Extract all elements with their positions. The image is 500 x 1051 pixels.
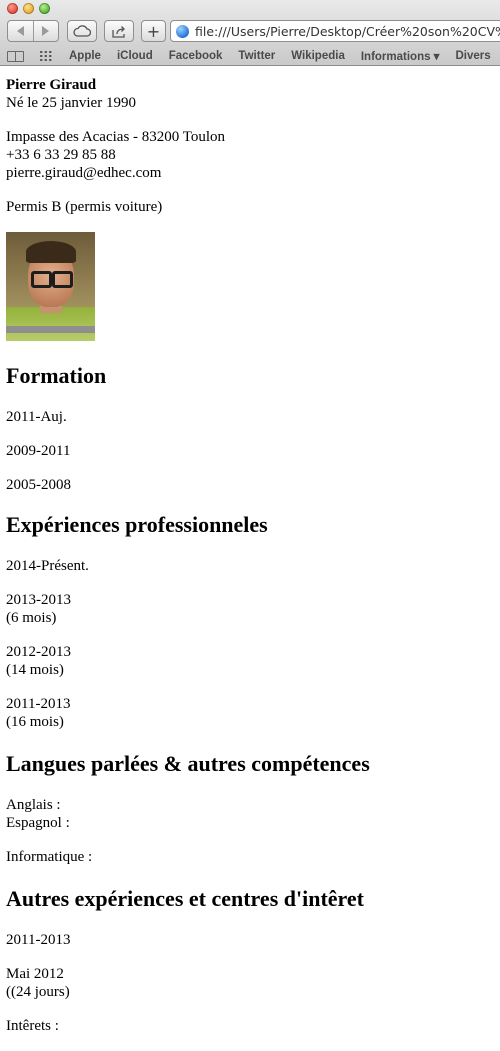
experience-entry: 2012-2013 (14 mois) bbox=[6, 643, 496, 679]
experience-duration: (16 mois) bbox=[6, 714, 64, 730]
toolbar: + file:///Users/Pierre/Desktop/Créer%20s… bbox=[0, 20, 500, 44]
top-sites-icon[interactable] bbox=[39, 50, 53, 62]
computer-skills: Informatique : bbox=[6, 849, 93, 865]
formation-entry: 2011-Auj. bbox=[6, 409, 67, 425]
window-controls bbox=[7, 3, 50, 14]
bookmark-icloud[interactable]: iCloud bbox=[117, 50, 153, 62]
section-title-formation: Formation bbox=[6, 363, 107, 388]
url-text[interactable]: file:///Users/Pierre/Desktop/Créer%20son… bbox=[195, 24, 500, 39]
minimize-window-button[interactable] bbox=[23, 3, 34, 14]
formation-entry: 2005-2008 bbox=[6, 477, 71, 493]
profile-photo bbox=[6, 232, 95, 341]
section-title-experiences: Expériences professionneles bbox=[6, 512, 268, 537]
languages-list: Anglais : Espagnol : bbox=[6, 796, 496, 832]
plus-icon: + bbox=[146, 21, 161, 41]
experience-dates: 2011-2013 bbox=[6, 696, 71, 712]
reading-list-icon[interactable] bbox=[7, 50, 25, 62]
experience-duration: (6 mois) bbox=[6, 610, 57, 626]
experience-entry: 2013-2013 (6 mois) bbox=[6, 591, 496, 627]
bookmark-facebook[interactable]: Facebook bbox=[169, 50, 223, 62]
section-title-langues: Langues parlées & autres compétences bbox=[6, 751, 370, 776]
zoom-window-button[interactable] bbox=[39, 3, 50, 14]
contact-info: Impasse des Acacias - 83200 Toulon +33 6… bbox=[6, 128, 496, 182]
share-button[interactable] bbox=[104, 20, 134, 42]
address-bar[interactable]: file:///Users/Pierre/Desktop/Créer%20son… bbox=[170, 20, 500, 42]
back-button[interactable] bbox=[8, 21, 33, 41]
experience-entry: 2011-2013 (16 mois) bbox=[6, 695, 496, 731]
icloud-tabs-button[interactable] bbox=[67, 20, 97, 42]
phone: +33 6 33 29 85 88 bbox=[6, 147, 116, 163]
cv-header: Pierre Giraud Né le 25 janvier 1990 Impa… bbox=[6, 76, 496, 361]
person-name: Pierre Giraud bbox=[6, 77, 97, 93]
section-title-autres: Autres expériences et centres d'intêret bbox=[6, 886, 364, 911]
experience-entry: 2014-Présent. bbox=[6, 557, 496, 575]
experience-duration: (14 mois) bbox=[6, 662, 64, 678]
language-spanish: Espagnol : bbox=[6, 815, 70, 831]
section-autres: Autres expériences et centres d'intêret … bbox=[6, 886, 496, 1051]
back-arrow-icon bbox=[16, 26, 24, 36]
experience-dates: 2013-2013 bbox=[6, 592, 71, 608]
bookmarks-bar: Apple iCloud Facebook Twitter Wikipedia … bbox=[0, 47, 500, 65]
formation-entry: 2009-2011 bbox=[6, 443, 71, 459]
globe-icon bbox=[176, 24, 189, 38]
identity: Pierre Giraud Né le 25 janvier 1990 bbox=[6, 76, 496, 112]
forward-arrow-icon bbox=[42, 26, 50, 36]
experience-dates: 2012-2013 bbox=[6, 644, 71, 660]
bookmark-apple[interactable]: Apple bbox=[69, 50, 101, 62]
navigation-buttons bbox=[7, 20, 59, 42]
share-icon bbox=[112, 25, 125, 38]
section-formation: Formation 2011-Auj. 2009-2011 2005-2008 bbox=[6, 363, 496, 510]
add-bookmark-button[interactable]: + bbox=[141, 20, 166, 42]
section-experiences: Expériences professionneles 2014-Présent… bbox=[6, 512, 496, 747]
other-experience-entry: Mai 2012 ((24 jours) bbox=[6, 965, 496, 1001]
experience-dates: 2014-Présent. bbox=[6, 558, 89, 574]
language-english: Anglais : bbox=[6, 797, 61, 813]
other-experience-duration: ((24 jours) bbox=[6, 984, 70, 1000]
address: Impasse des Acacias - 83200 Toulon bbox=[6, 129, 226, 145]
section-langues: Langues parlées & autres compétences Ang… bbox=[6, 751, 496, 882]
birth-date: Né le 25 janvier 1990 bbox=[6, 95, 136, 111]
bookmark-twitter[interactable]: Twitter bbox=[238, 50, 275, 62]
browser-chrome: + file:///Users/Pierre/Desktop/Créer%20s… bbox=[0, 0, 500, 66]
other-experience-entry: 2011-2013 bbox=[6, 932, 71, 948]
bookmark-informations[interactable]: Informations ▾ bbox=[361, 49, 440, 63]
bookmark-divers[interactable]: Divers bbox=[455, 50, 490, 62]
interests: Intêrets : bbox=[6, 1018, 59, 1034]
bookmark-wikipedia[interactable]: Wikipedia bbox=[291, 50, 345, 62]
cloud-icon bbox=[73, 25, 91, 37]
driving-license: Permis B (permis voiture) bbox=[6, 199, 163, 215]
forward-button[interactable] bbox=[32, 21, 59, 41]
close-window-button[interactable] bbox=[7, 3, 18, 14]
email: pierre.giraud@edhec.com bbox=[6, 165, 162, 181]
other-experience-dates: Mai 2012 bbox=[6, 966, 64, 982]
